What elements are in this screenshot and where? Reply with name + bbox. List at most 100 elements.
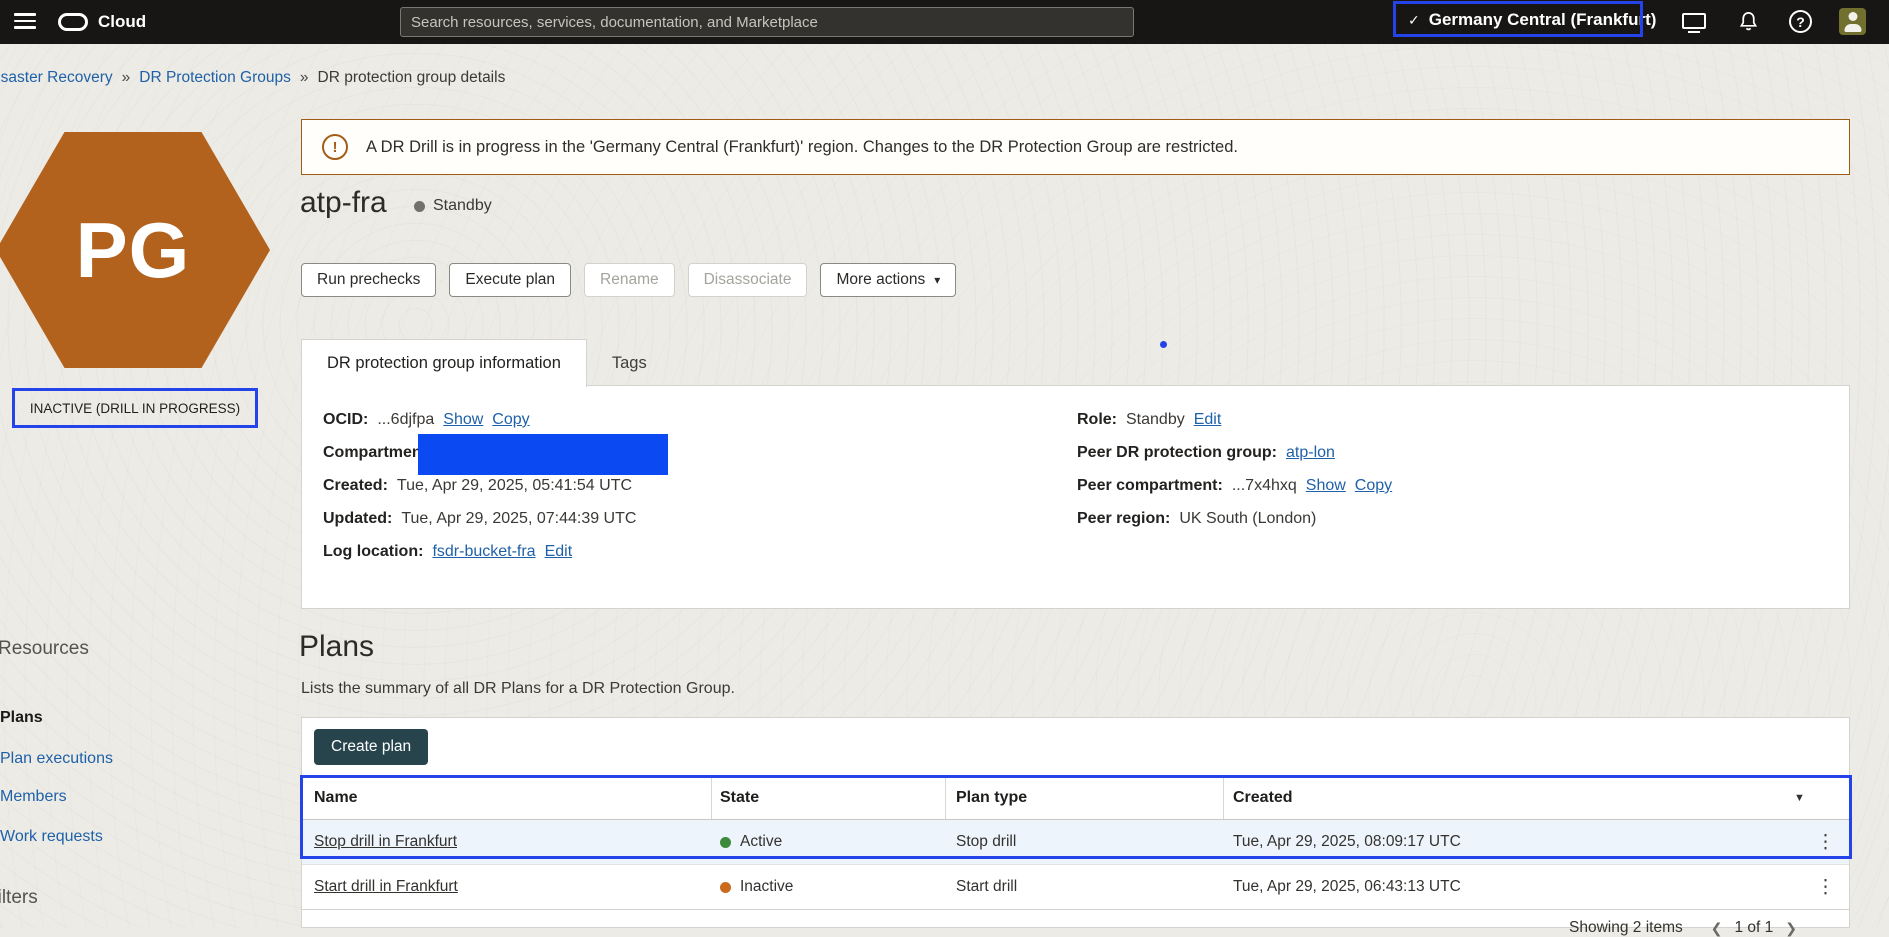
ocid-copy-link[interactable]: Copy xyxy=(492,411,529,429)
plan-row-stop-drill[interactable]: Stop drill in Frankfurt Active Stop dril… xyxy=(302,820,1849,865)
plan-row-start-drill[interactable]: Start drill in Frankfurt Inactive Start … xyxy=(302,865,1849,910)
plan-created: Tue, Apr 29, 2025, 08:09:17 UTC xyxy=(1233,833,1461,850)
info-column-right: Role: Standby Edit Peer DR protection gr… xyxy=(1077,410,1392,529)
chevron-down-icon: ▾ xyxy=(934,273,941,287)
status-label: Standby xyxy=(433,197,492,214)
row-actions-kebab-icon[interactable]: ⋮ xyxy=(1808,831,1843,854)
disassociate-button[interactable]: Disassociate xyxy=(687,263,808,297)
tab-dr-protection-group-information[interactable]: DR protection group information xyxy=(301,339,587,387)
peer-compartment-show-link[interactable]: Show xyxy=(1306,477,1346,495)
annotation-box-inactive-badge: INACTIVE (DRILL IN PROGRESS) xyxy=(12,388,258,428)
showing-items-label: Showing 2 items xyxy=(1569,919,1683,936)
tab-tags[interactable]: Tags xyxy=(587,339,672,387)
dr-protection-group-information-panel: OCID: ...6djfpa Show Copy Compartment: C… xyxy=(301,385,1850,609)
log-location-link[interactable]: fsdr-bucket-fra xyxy=(432,543,535,561)
standby-status-dot xyxy=(414,200,425,212)
active-status-dot xyxy=(720,836,731,848)
field-peer-region: Peer region: UK South (London) xyxy=(1077,510,1317,527)
page-title: atp-fra xyxy=(300,186,387,219)
sidebar-item-plans[interactable]: Plans xyxy=(0,709,43,727)
plans-panel: Create plan Name State Plan type Created… xyxy=(301,717,1850,936)
check-icon: ✓ xyxy=(1408,11,1420,28)
create-plan-button[interactable]: Create plan xyxy=(314,729,429,765)
plan-name-link[interactable]: Stop drill in Frankfurt xyxy=(314,833,457,851)
rename-button[interactable]: Rename xyxy=(584,263,675,297)
oracle-logo-icon xyxy=(58,13,88,31)
plan-name-link[interactable]: Start drill in Frankfurt xyxy=(314,878,458,896)
peer-group-link[interactable]: atp-lon xyxy=(1286,444,1335,462)
ocid-show-link[interactable]: Show xyxy=(443,411,483,429)
stray-cursor-dot xyxy=(1160,341,1167,348)
run-prechecks-button[interactable]: Run prechecks xyxy=(301,263,437,297)
region-selector[interactable]: ✓ Germany Central (Frankfurt) xyxy=(1408,0,1656,40)
column-header-plan-type[interactable]: Plan type xyxy=(956,789,1027,807)
field-peer-compartment: Peer compartment: ...7x4hxq Show Copy xyxy=(1077,477,1393,495)
field-log-location: Log location: fsdr-bucket-fra Edit xyxy=(323,543,573,561)
plan-type: Start drill xyxy=(956,878,1018,895)
plan-state: Active xyxy=(720,833,782,851)
column-header-created[interactable]: Created xyxy=(1233,789,1293,807)
cloud-shell-display-icon[interactable] xyxy=(1682,13,1706,29)
field-created: Created: Tue, Apr 29, 2025, 05:41:54 UTC xyxy=(323,477,633,494)
plans-section-title: Plans xyxy=(299,630,375,663)
plan-state: Inactive xyxy=(720,878,793,896)
warning-message: A DR Drill is in progress in the 'German… xyxy=(366,137,1238,156)
sidebar-item-members[interactable]: Members xyxy=(0,788,67,806)
breadcrumb-separator: » xyxy=(299,69,309,86)
inactive-status-dot xyxy=(720,881,731,893)
column-header-name[interactable]: Name xyxy=(314,789,358,807)
role-edit-link[interactable]: Edit xyxy=(1194,411,1222,429)
help-icon[interactable]: ? xyxy=(1789,10,1812,33)
breadcrumb-current-page: DR protection group details xyxy=(317,69,506,86)
page-next-icon[interactable]: ❯ xyxy=(1785,920,1797,937)
brand-label: Cloud xyxy=(98,12,147,31)
topbar: Cloud ✓ Germany Central (Frankfurt) ? xyxy=(0,0,1889,44)
protection-group-hexagon-icon: PG xyxy=(0,132,270,368)
page-indicator: 1 of 1 xyxy=(1734,919,1774,936)
info-column-left: OCID: ...6djfpa Show Copy Compartment: C… xyxy=(323,410,636,562)
region-label: Germany Central (Frankfurt) xyxy=(1428,10,1657,29)
resources-heading: Resources xyxy=(0,638,89,659)
notifications-bell-icon[interactable] xyxy=(1737,10,1760,33)
column-header-state[interactable]: State xyxy=(720,789,759,807)
dr-drill-warning-banner: ! A DR Drill is in progress in the 'Germ… xyxy=(301,119,1850,175)
breadcrumb-dr-protection-groups[interactable]: DR Protection Groups xyxy=(139,69,291,87)
column-divider xyxy=(711,777,712,819)
lifecycle-status-badge: INACTIVE (DRILL IN PROGRESS) xyxy=(29,400,241,416)
field-peer-dr-protection-group: Peer DR protection group: atp-lon xyxy=(1077,444,1335,462)
sidebar-item-work-requests[interactable]: Work requests xyxy=(0,828,103,846)
resource-status: Standby xyxy=(414,197,492,215)
column-divider xyxy=(1223,777,1224,819)
log-location-edit-link[interactable]: Edit xyxy=(545,543,573,561)
plans-table-footer: Showing 2 items ❮ 1 of 1 ❯ xyxy=(302,909,1849,937)
user-avatar-icon[interactable] xyxy=(1839,8,1866,35)
question-glyph: ? xyxy=(1796,13,1805,30)
field-role: Role: Standby Edit xyxy=(1077,411,1222,429)
detail-tabs: DR protection group information Tags xyxy=(301,339,672,387)
page-previous-icon[interactable]: ❮ xyxy=(1711,920,1723,937)
plan-created: Tue, Apr 29, 2025, 06:43:13 UTC xyxy=(1233,878,1461,895)
row-actions-kebab-icon[interactable]: ⋮ xyxy=(1808,876,1843,899)
breadcrumb-disaster-recovery[interactable]: Disaster Recovery xyxy=(0,69,113,87)
breadcrumb: Disaster Recovery » DR Protection Groups… xyxy=(0,69,505,87)
field-ocid: OCID: ...6djfpa Show Copy xyxy=(323,411,530,429)
pagination: ❮ 1 of 1 ❯ xyxy=(1711,919,1797,937)
plan-type: Stop drill xyxy=(956,833,1017,850)
more-actions-button[interactable]: More actions ▾ xyxy=(820,263,957,297)
sort-descending-icon[interactable]: ▼ xyxy=(1794,792,1805,804)
peer-compartment-copy-link[interactable]: Copy xyxy=(1355,477,1392,495)
warning-icon: ! xyxy=(322,134,348,160)
menu-icon[interactable] xyxy=(14,13,36,31)
action-button-row: Run prechecks Execute plan Rename Disass… xyxy=(301,263,957,297)
sidebar-item-plan-executions[interactable]: Plan executions xyxy=(0,750,113,768)
breadcrumb-separator: » xyxy=(121,69,131,86)
compartment-redaction-box xyxy=(418,434,668,475)
filters-heading: Filters xyxy=(0,887,38,908)
search-bar[interactable] xyxy=(400,7,1134,37)
plans-section-subtitle: Lists the summary of all DR Plans for a … xyxy=(301,680,735,697)
field-updated: Updated: Tue, Apr 29, 2025, 07:44:39 UTC xyxy=(323,510,637,527)
plans-table-header: Name State Plan type Created ▼ xyxy=(302,777,1849,820)
column-divider xyxy=(945,777,946,819)
search-input[interactable] xyxy=(411,13,1123,31)
execute-plan-button[interactable]: Execute plan xyxy=(449,263,572,297)
